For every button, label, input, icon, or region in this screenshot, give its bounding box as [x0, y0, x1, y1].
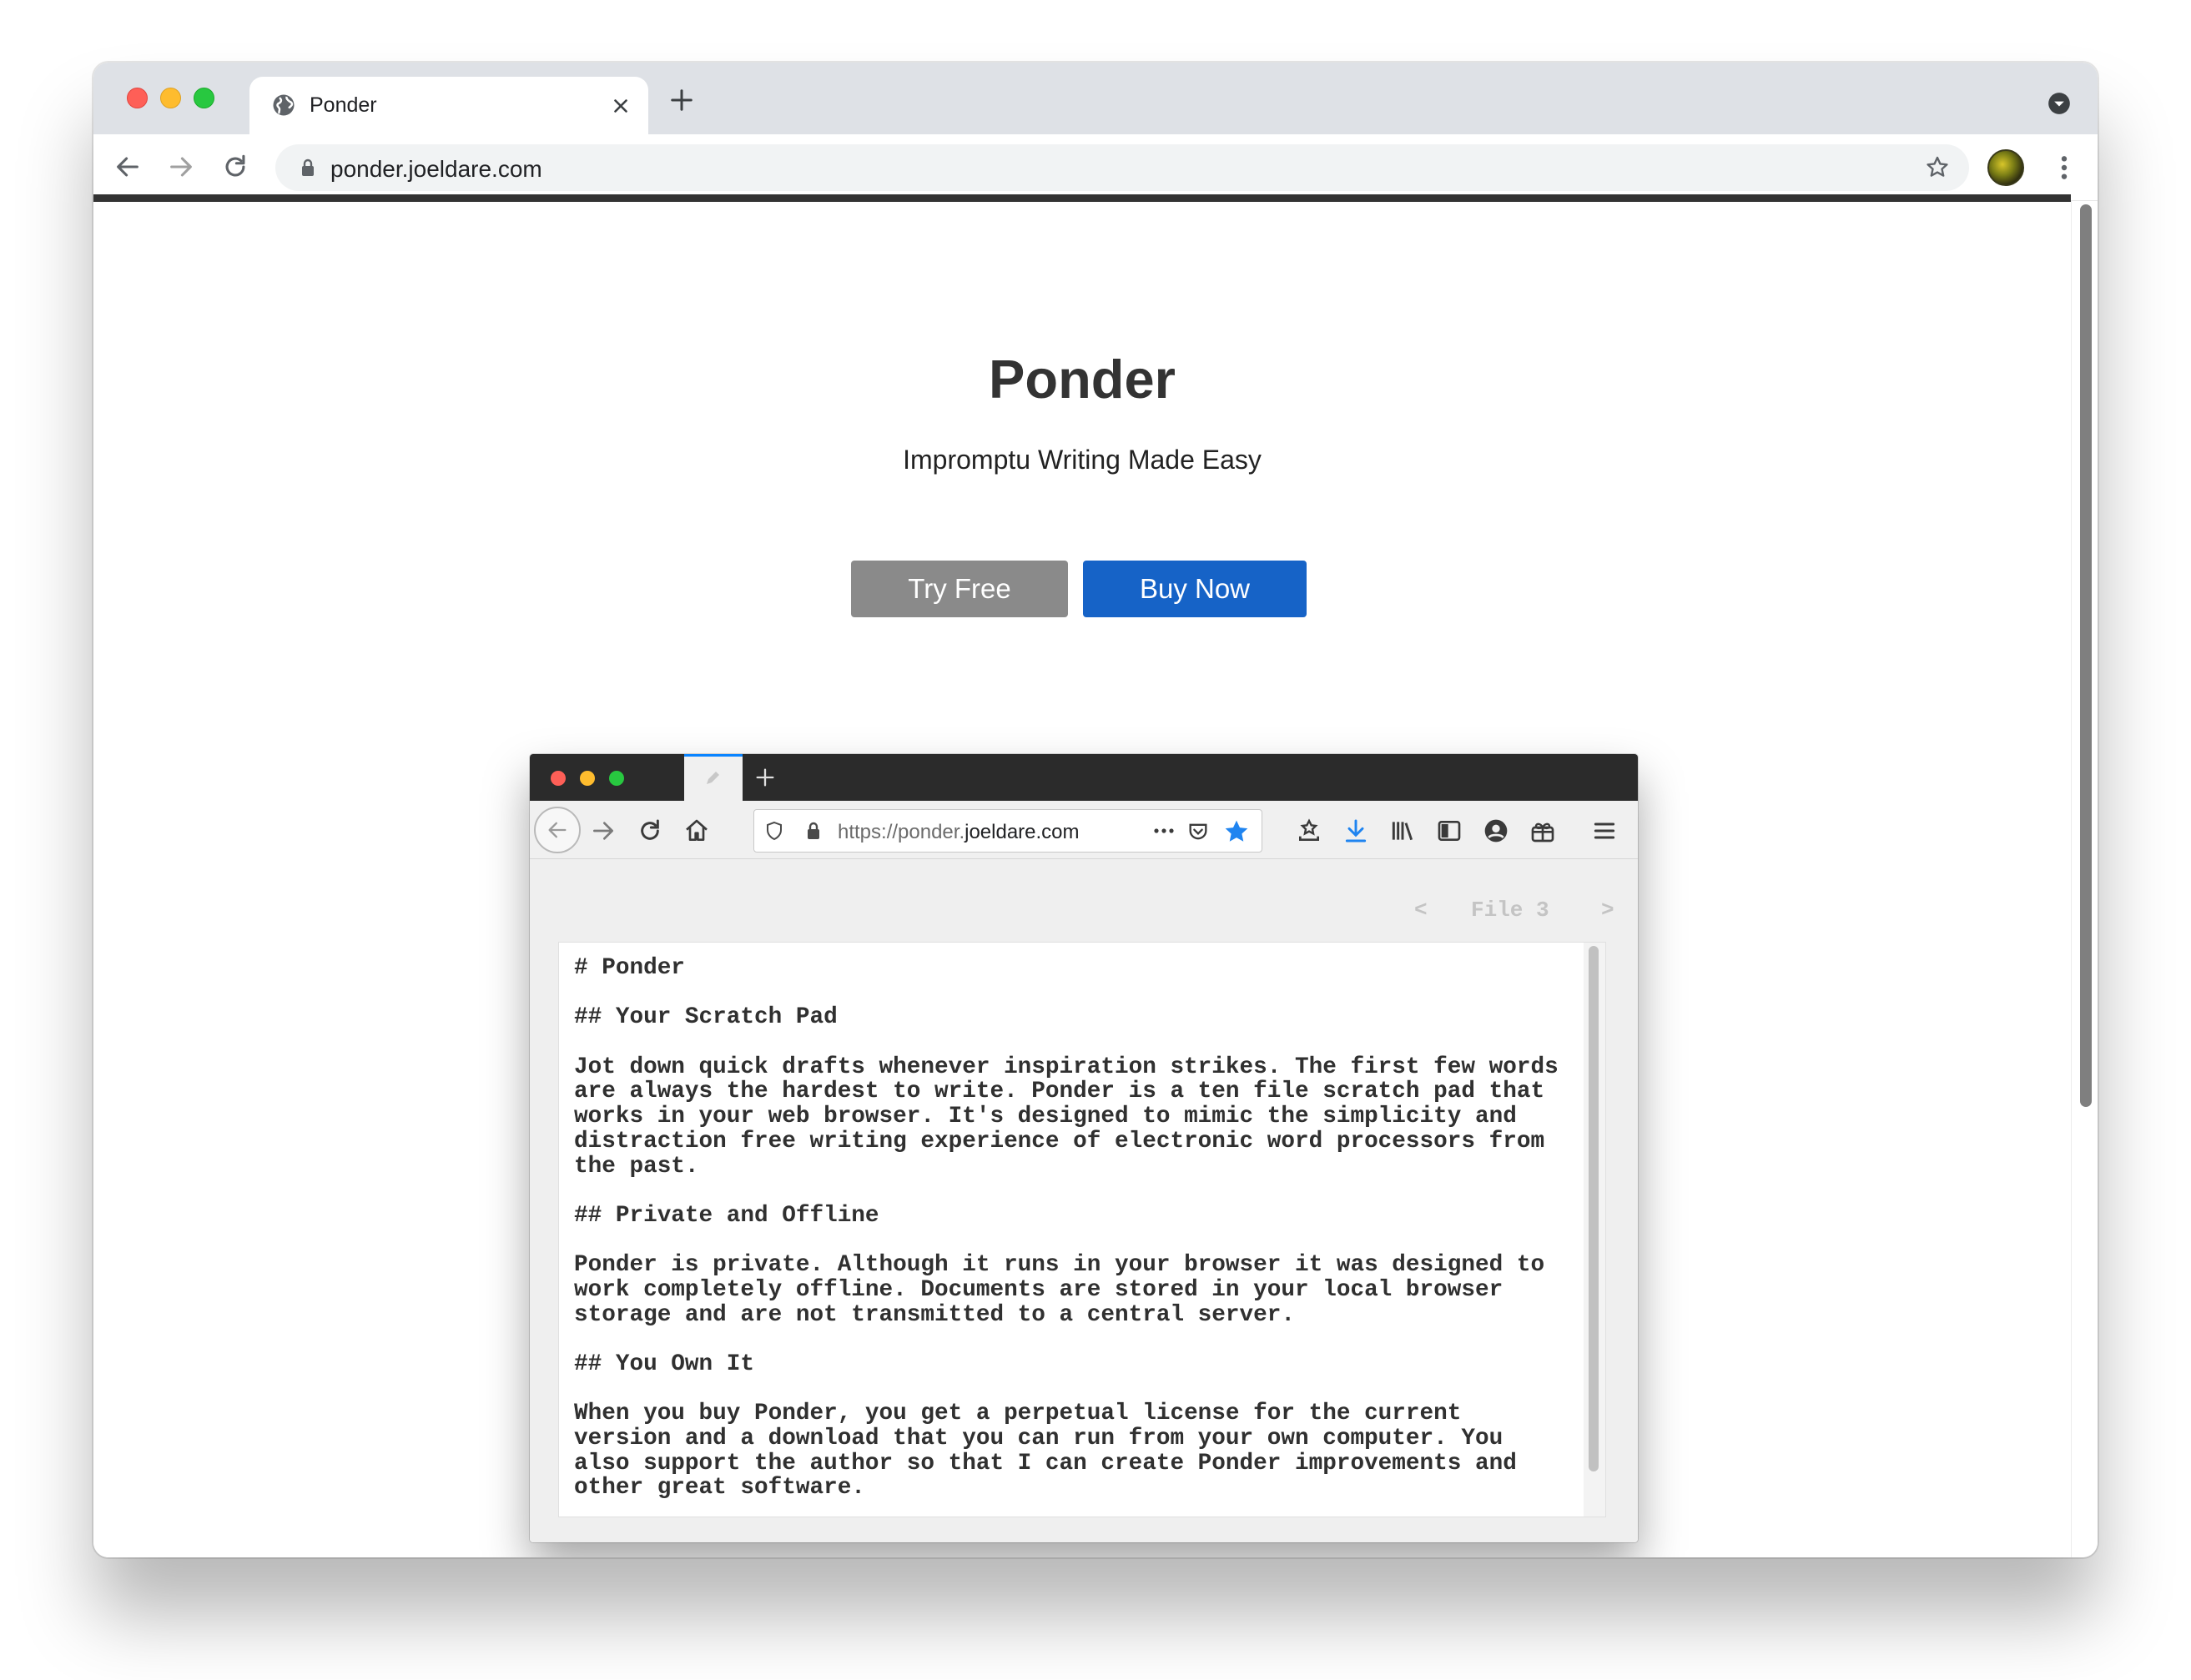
sidebar-icon	[1438, 821, 1461, 841]
editor-line: also support the author so that I can cr…	[574, 1450, 1517, 1476]
preview-lock-icon	[808, 822, 819, 839]
preview-back-arrow-icon	[548, 822, 567, 838]
new-tab-button[interactable]	[669, 88, 694, 113]
preview-titlebar	[530, 754, 1638, 801]
preview-close-dot	[551, 771, 566, 786]
back-arrow-icon[interactable]	[113, 153, 142, 181]
tab-strip: Ponder	[93, 63, 2098, 135]
preview-back-button	[534, 807, 581, 853]
shield-icon	[767, 821, 782, 841]
editor-line: works in your web browser. It's designed…	[574, 1104, 1517, 1130]
editor-line: ## Your Scratch Pad	[574, 1004, 838, 1031]
page-title: Ponder	[989, 349, 1176, 410]
next-file-button: >	[1601, 898, 1614, 923]
minimize-window-button[interactable]	[160, 88, 181, 108]
preview-url-text: https://ponder.joeldare.com	[838, 821, 1080, 844]
account-icon	[1484, 819, 1508, 843]
product-screenshot: https://ponder.joeldare.com < File 3 > #…	[530, 754, 1638, 1542]
close-window-button[interactable]	[127, 88, 148, 108]
preview-url-domain: joeldare.com	[965, 821, 1080, 843]
browser-window: Ponder ponder.joeldare.com Ponder Improm…	[93, 63, 2098, 1557]
editor-line: work completely offline. Documents are s…	[574, 1276, 1503, 1303]
profile-avatar[interactable]	[1987, 149, 2024, 186]
pencil-icon	[707, 772, 719, 784]
tab-ponder[interactable]: Ponder	[249, 77, 648, 135]
editor-text: # Ponder ## Your Scratch Pad Jot down quic…	[574, 956, 1575, 1501]
preview-reload-icon	[641, 819, 659, 840]
preview-maximize-dot	[609, 771, 624, 786]
editor-line: version and a download that you can run …	[574, 1426, 1503, 1452]
hamburger-menu-icon	[1594, 822, 1615, 839]
maximize-window-button[interactable]	[194, 88, 214, 108]
editor-scroll-thumb	[1589, 946, 1599, 1471]
file-label: File 3	[1471, 898, 1549, 923]
library-icon	[1392, 822, 1413, 841]
page-top-border	[93, 194, 2071, 202]
more-horizontal-icon	[1154, 828, 1174, 833]
gift-icon	[1531, 822, 1554, 843]
preview-bookmark-star-icon	[1225, 820, 1248, 842]
more-vertical-icon[interactable]	[2059, 154, 2069, 181]
web-page: Ponder Impromptu Writing Made Easy Try F…	[93, 202, 2071, 1557]
prev-file-button: <	[1414, 898, 1428, 923]
bookmark-star-icon[interactable]	[1924, 154, 1951, 181]
editor-line: Jot down quick drafts whenever inspirati…	[574, 1054, 1559, 1080]
reload-icon[interactable]	[221, 153, 249, 181]
editor-line: ## You Own It	[574, 1351, 754, 1377]
editor-line: distraction free writing experience of e…	[574, 1128, 1545, 1154]
url-text[interactable]: ponder.joeldare.com	[330, 156, 542, 183]
download-tray-icon	[1299, 818, 1319, 841]
pocket-icon	[1189, 823, 1207, 840]
editor-line: storage and are not transmitted to a cen…	[574, 1301, 1295, 1328]
preview-new-tab-icon	[756, 768, 774, 787]
editor-line: the past.	[574, 1153, 699, 1180]
globe-icon	[273, 94, 295, 116]
download-arrow-icon	[1345, 819, 1367, 843]
tab-title: Ponder	[310, 93, 377, 117]
editor-textarea: # Ponder ## Your Scratch Pad Jot down quic…	[558, 942, 1606, 1517]
buy-now-button[interactable]: Buy Now	[1083, 561, 1307, 617]
editor-scrollbar	[1584, 943, 1605, 1517]
editor-line: other great software.	[574, 1475, 865, 1501]
editor-line: When you buy Ponder, you get a perpetual…	[574, 1401, 1462, 1427]
try-free-button[interactable]: Try Free	[851, 561, 1068, 617]
preview-url-prefix: https://ponder.	[838, 821, 965, 843]
page-scroll-thumb[interactable]	[2080, 204, 2092, 1107]
editor-line: ## Private and Offline	[574, 1202, 879, 1229]
preview-url-bar: https://ponder.joeldare.com	[753, 809, 1262, 853]
page-subtitle: Impromptu Writing Made Easy	[903, 445, 1262, 475]
close-icon[interactable]	[610, 95, 632, 117]
tab-search-icon[interactable]	[2047, 92, 2071, 115]
address-bar[interactable]: ponder.joeldare.com	[275, 144, 1969, 191]
preview-forward-arrow-icon	[593, 822, 613, 840]
preview-tab	[684, 754, 743, 801]
browser-toolbar: ponder.joeldare.com	[93, 134, 2098, 201]
lock-icon[interactable]	[299, 158, 317, 178]
editor-line: # Ponder	[574, 955, 685, 981]
preview-home-icon	[686, 819, 708, 841]
preview-toolbar: https://ponder.joeldare.com	[530, 801, 1638, 859]
forward-arrow-icon[interactable]	[167, 153, 195, 181]
editor-line: Ponder is private. Although it runs in y…	[574, 1252, 1545, 1279]
preview-minimize-dot	[580, 771, 595, 786]
preview-app-body: < File 3 > # Ponder ## Your Scratch Pad Jo…	[530, 859, 1638, 1542]
editor-line: are always the hardest to write. Ponder …	[574, 1079, 1545, 1105]
